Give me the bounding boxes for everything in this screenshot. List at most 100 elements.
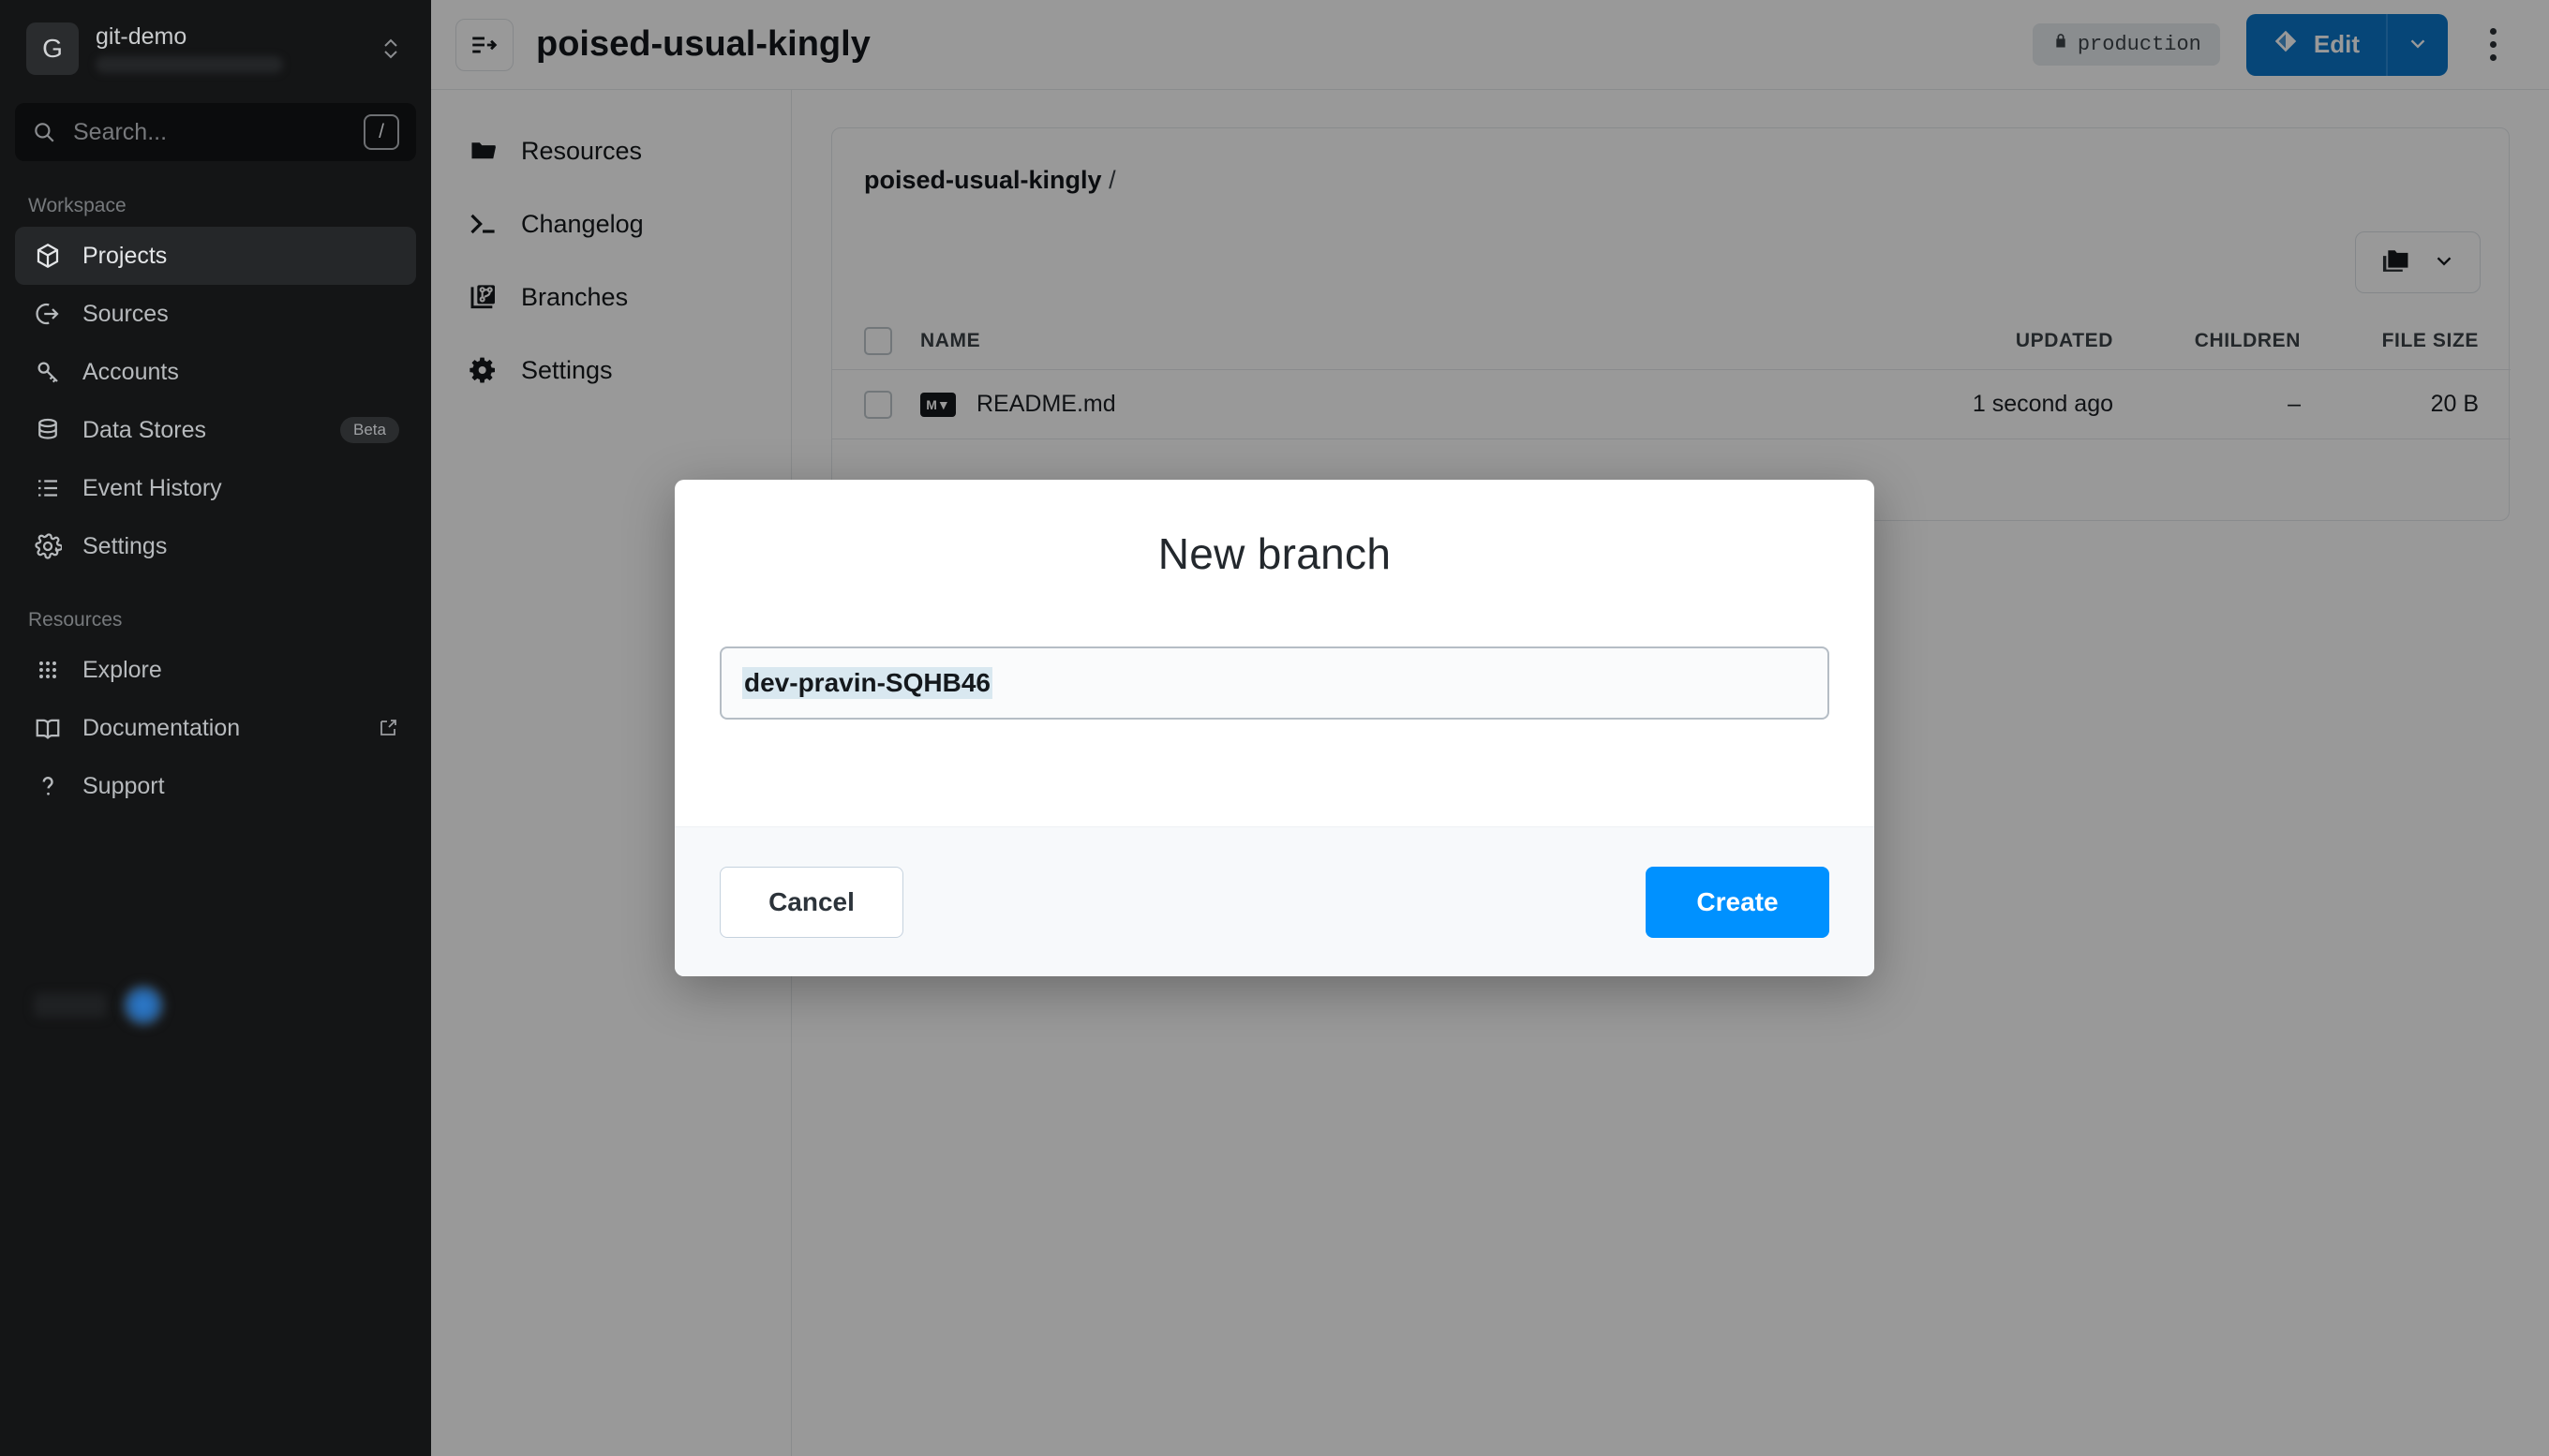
status-badge-environment[interactable]: production	[2032, 23, 2220, 66]
project-nav-item-resources[interactable]: Resources	[450, 122, 772, 180]
sidebar-item-label: Explore	[82, 656, 162, 683]
column-header-file-size[interactable]: FILE SIZE	[2301, 330, 2479, 352]
avatar[interactable]	[122, 984, 165, 1027]
status-badge-beta: Beta	[340, 417, 399, 443]
gear-icon	[32, 530, 64, 562]
project-nav-label: Branches	[521, 282, 629, 311]
sidebar-item-sources[interactable]: Sources	[15, 285, 416, 343]
workspace-logo: G	[26, 22, 79, 75]
breadcrumb-separator: /	[1109, 166, 1116, 194]
new-folder-button[interactable]	[2355, 231, 2481, 293]
sidebar-item-projects[interactable]: Projects	[15, 227, 416, 285]
sidebar-item-event-history[interactable]: Event History	[15, 459, 416, 517]
file-table: NAME UPDATED CHILDREN FILE SIZE M▼ READM…	[832, 312, 2511, 439]
workspace-sidebar: G git-demo Search... / Workspace Project…	[0, 0, 431, 1456]
row-checkbox[interactable]	[864, 390, 892, 419]
new-branch-dialog: New branch dev-pravin-SQHB46 Cancel Crea…	[675, 480, 1874, 976]
dialog-footer: Cancel Create	[675, 826, 1874, 976]
dialog-body: New branch dev-pravin-SQHB46	[675, 480, 1874, 826]
kebab-menu-icon[interactable]	[2472, 14, 2513, 76]
column-header-updated[interactable]: UPDATED	[1879, 330, 2113, 352]
chevron-up-down-icon	[380, 33, 405, 65]
branches-icon	[467, 280, 500, 314]
user-account-row[interactable]	[34, 984, 165, 1027]
sidebar-item-label: Sources	[82, 300, 169, 327]
branch-name-input[interactable]: dev-pravin-SQHB46	[720, 646, 1829, 720]
edit-dropdown-button[interactable]	[2386, 13, 2448, 76]
environment-label: production	[2077, 33, 2201, 56]
user-name-redacted	[34, 993, 107, 1018]
sidebar-item-label: Event History	[82, 474, 222, 501]
branch-name-value: dev-pravin-SQHB46	[742, 667, 992, 699]
grid-dots-icon	[32, 654, 64, 686]
workspace-name: git-demo	[96, 22, 187, 50]
table-row[interactable]: M▼ README.md 1 second ago – 20 B	[832, 370, 2511, 439]
sidebar-item-label: Documentation	[82, 714, 241, 741]
create-button[interactable]: Create	[1646, 866, 1829, 938]
list-icon	[32, 472, 64, 504]
project-nav-item-branches[interactable]: Branches	[450, 268, 772, 326]
markdown-icon: M▼	[920, 392, 956, 417]
sidebar-item-data-stores[interactable]: Data Stores Beta	[15, 401, 416, 459]
cell-updated: 1 second ago	[1972, 391, 2113, 417]
project-nav-label: Settings	[521, 355, 613, 384]
sidebar-item-support[interactable]: Support	[15, 757, 416, 815]
terminal-icon	[467, 207, 500, 241]
app-root: G git-demo Search... / Workspace Project…	[0, 0, 2549, 1456]
cell-name: M▼ README.md	[920, 391, 1879, 418]
search-shortcut-key: /	[364, 114, 399, 150]
folder-add-icon	[2379, 245, 2411, 281]
search-input[interactable]: Search... /	[15, 103, 416, 161]
select-all-checkbox[interactable]	[864, 326, 892, 355]
chevron-down-icon	[2406, 31, 2430, 58]
key-icon	[32, 356, 64, 388]
question-icon	[32, 770, 64, 802]
edit-button-group: Edit	[2245, 13, 2448, 76]
nav-group-label-resources: Resources	[28, 609, 123, 631]
workspace-names: git-demo	[96, 22, 380, 74]
sidebar-item-settings[interactable]: Settings	[15, 517, 416, 575]
project-header: poised-usual-kingly production Edit	[431, 0, 2549, 90]
project-flow-icon[interactable]	[455, 18, 514, 71]
file-name-link[interactable]: README.md	[976, 391, 1116, 418]
lock-icon	[2051, 32, 2070, 57]
cell-file-size: 20 B	[2430, 391, 2479, 417]
sidebar-item-explore[interactable]: Explore	[15, 641, 416, 699]
column-header-name[interactable]: NAME	[920, 330, 1879, 352]
sidebar-item-label: Support	[82, 772, 165, 799]
breadcrumb-root[interactable]: poised-usual-kingly	[864, 166, 1102, 194]
table-header-row: NAME UPDATED CHILDREN FILE SIZE	[832, 312, 2511, 370]
chevron-down-icon	[2432, 248, 2456, 277]
edit-button[interactable]: Edit	[2245, 13, 2386, 76]
page-title: poised-usual-kingly	[536, 24, 871, 64]
book-icon	[32, 712, 64, 744]
project-nav-label: Changelog	[521, 209, 644, 238]
search-icon	[32, 120, 56, 144]
project-nav-item-changelog[interactable]: Changelog	[450, 195, 772, 253]
cell-children: –	[2288, 391, 2301, 417]
cube-icon	[32, 240, 64, 272]
sidebar-item-label: Accounts	[82, 358, 179, 385]
sidebar-item-label: Settings	[82, 532, 168, 559]
kebab-dot	[2489, 28, 2497, 35]
sidebar-item-label: Data Stores	[82, 416, 207, 443]
edit-button-label: Edit	[2313, 30, 2360, 58]
branch-diamond-icon	[2273, 28, 2299, 61]
database-icon	[32, 414, 64, 446]
file-browser-card: poised-usual-kingly / NAME UPDATED CHILD…	[831, 127, 2511, 521]
external-link-icon	[377, 717, 399, 739]
search-placeholder: Search...	[73, 118, 168, 145]
nav-group-label-workspace: Workspace	[28, 195, 127, 216]
project-nav-item-settings[interactable]: Settings	[450, 341, 772, 399]
sidebar-item-accounts[interactable]: Accounts	[15, 343, 416, 401]
cancel-button[interactable]: Cancel	[720, 866, 903, 938]
breadcrumb[interactable]: poised-usual-kingly /	[864, 166, 1116, 195]
workspace-subtext-redacted	[96, 56, 283, 74]
sidebar-item-label: Projects	[82, 242, 168, 269]
sidebar-item-documentation[interactable]: Documentation	[15, 699, 416, 757]
workspace-switcher[interactable]: G git-demo	[15, 15, 416, 82]
gear-icon	[467, 353, 500, 387]
column-header-children[interactable]: CHILDREN	[2113, 330, 2301, 352]
kebab-dot	[2489, 41, 2497, 48]
